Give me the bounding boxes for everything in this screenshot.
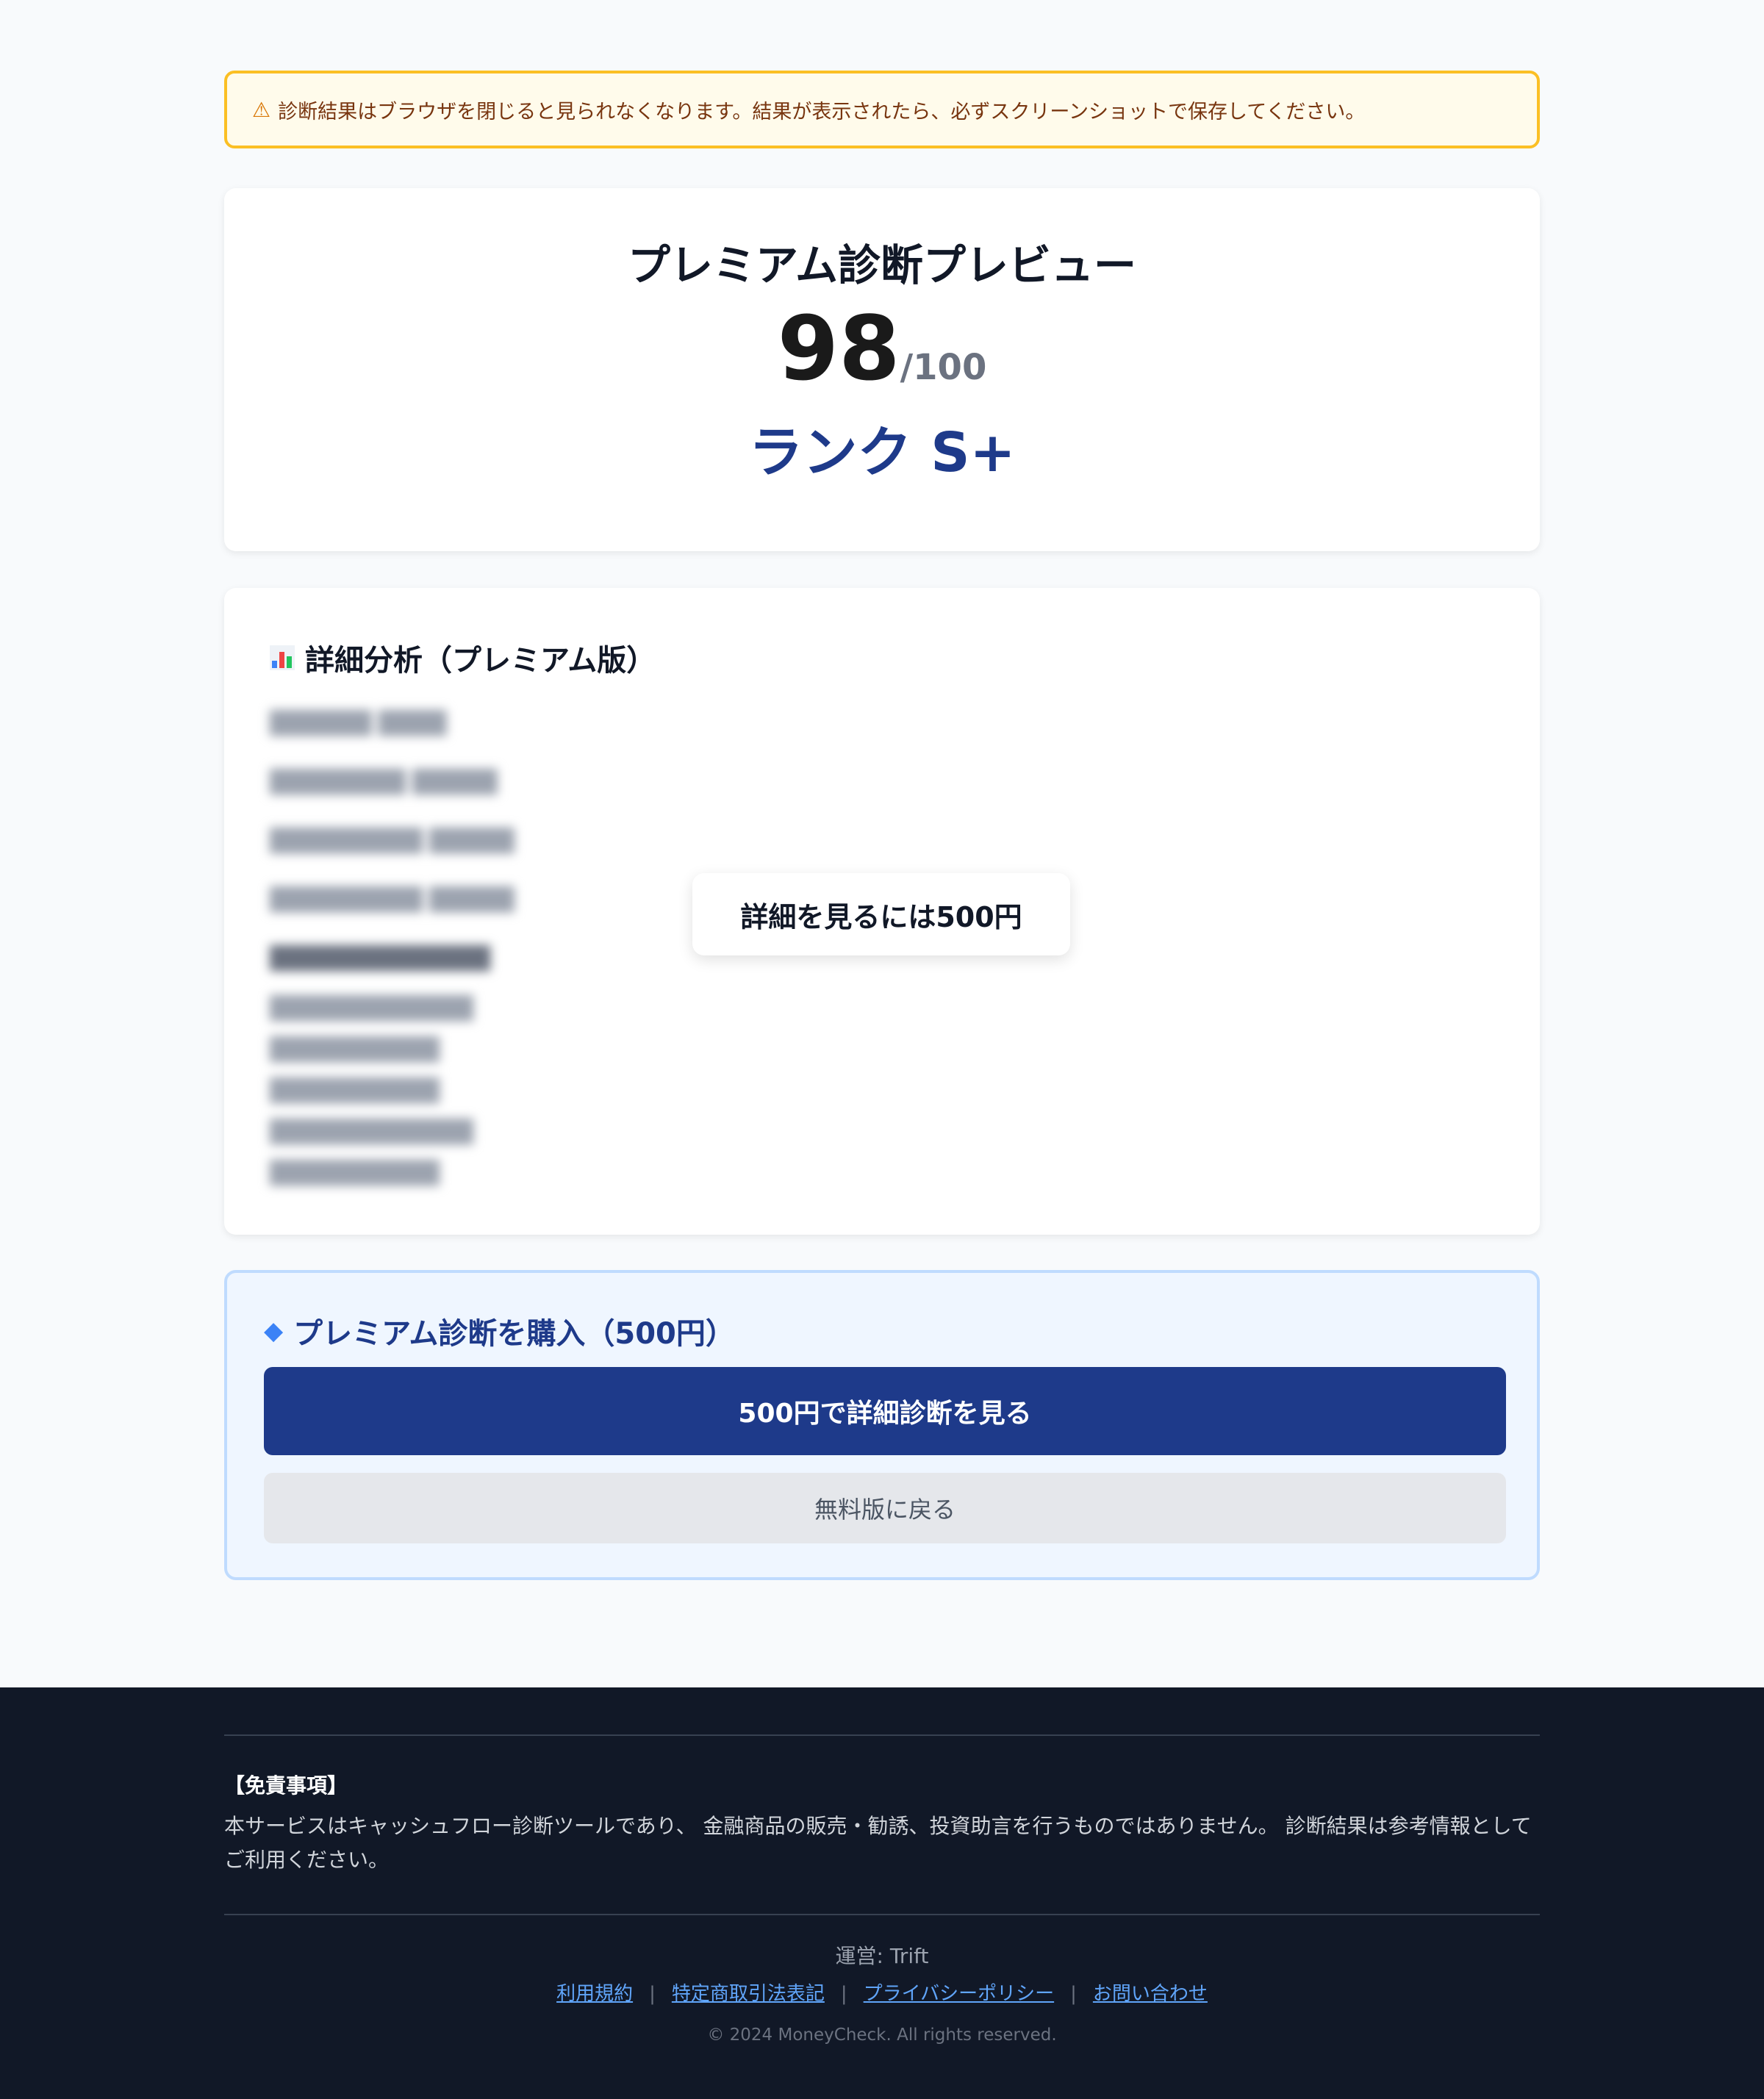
copyright: © 2024 MoneyCheck. All rights reserved. [707,2026,1057,2045]
privacy-policy-link[interactable]: プライバシーポリシー [864,1983,1054,2005]
rank-label: ランク S+ [748,421,1016,484]
blurred-line: █████████████ [270,946,490,972]
detail-heading-text: 詳細分析（プレミアム版） [305,644,656,678]
blurred-content: ██████ ████ ████████ █████ █████████ ███… [270,695,514,1186]
detail-analysis-card: 詳細分析（プレミアム版） ██████ ████ ████████ █████ … [224,588,1540,1235]
blurred-line: ████████████ [270,1119,473,1145]
contact-link[interactable]: お問い合わせ [1093,1983,1208,2005]
blurred-line: █████████ █████ [270,887,514,913]
purchase-heading-text: プレミアム診断を購入（500円） [293,1317,735,1351]
disclaimer-title: 【免責事項】 [224,1773,348,1798]
blurred-line: ██████████ [270,1037,440,1063]
detail-heading: 詳細分析（プレミアム版） [270,636,656,679]
blurred-line: █████████ █████ [270,828,514,854]
footer-links: 利用規約 | 特定商取引法表記 | プライバシーポリシー | お問い合わせ [0,1978,1764,2006]
disclaimer-body: 本サービスはキャッシュフロー診断ツールであり、 金融商品の販売・勧誘、投資助言を… [224,1814,1532,1872]
operator-text: 運営: Trift [835,1944,929,1968]
score-max: /100 [900,347,987,388]
warning-text: 診断結果はブラウザを閉じると見られなくなります。結果が表示されたら、必ずスクリー… [278,100,1366,123]
blurred-line: ██████████ [270,1078,440,1104]
blurred-line: ██████████ [270,1160,440,1186]
terms-link[interactable]: 利用規約 [556,1983,633,2005]
score-card: プレミアム診断プレビュー 98/100 ランク S+ [224,188,1540,551]
purchase-card: ◆ プレミアム診断を購入（500円） 500円で詳細診断を見る 無料版に戻る [224,1270,1540,1580]
blurred-line: ████████████ [270,996,473,1022]
blurred-line: ████████ █████ [270,769,498,795]
gem-icon: ◆ [264,1316,284,1346]
legal-notice-link[interactable]: 特定商取引法表記 [672,1983,825,2005]
bar-chart-icon [270,645,295,670]
blurred-line: ██████ ████ [270,711,447,736]
warning-icon: ⚠ [252,97,271,122]
score-display: 98/100 [224,306,1540,394]
purchase-heading: ◆ プレミアム診断を購入（500円） [264,1310,735,1352]
link-separator: | [840,1983,847,2005]
purchase-button[interactable]: 500円で詳細診断を見る [264,1367,1506,1455]
divider [224,1734,1540,1736]
link-separator: | [1070,1983,1077,2005]
screenshot-warning-banner: ⚠ 診断結果はブラウザを閉じると見られなくなります。結果が表示されたら、必ずスク… [224,71,1540,148]
footer: 【免責事項】 本サービスはキャッシュフロー診断ツールであり、 金融商品の販売・勧… [0,1687,1764,2099]
score-value: 98 [777,298,900,401]
page-title: プレミアム診断プレビュー [628,240,1136,290]
back-to-free-button[interactable]: 無料版に戻る [264,1473,1506,1543]
unlock-prompt[interactable]: 詳細を見るには500円 [692,873,1070,955]
divider [224,1914,1540,1915]
link-separator: | [649,1983,656,2005]
